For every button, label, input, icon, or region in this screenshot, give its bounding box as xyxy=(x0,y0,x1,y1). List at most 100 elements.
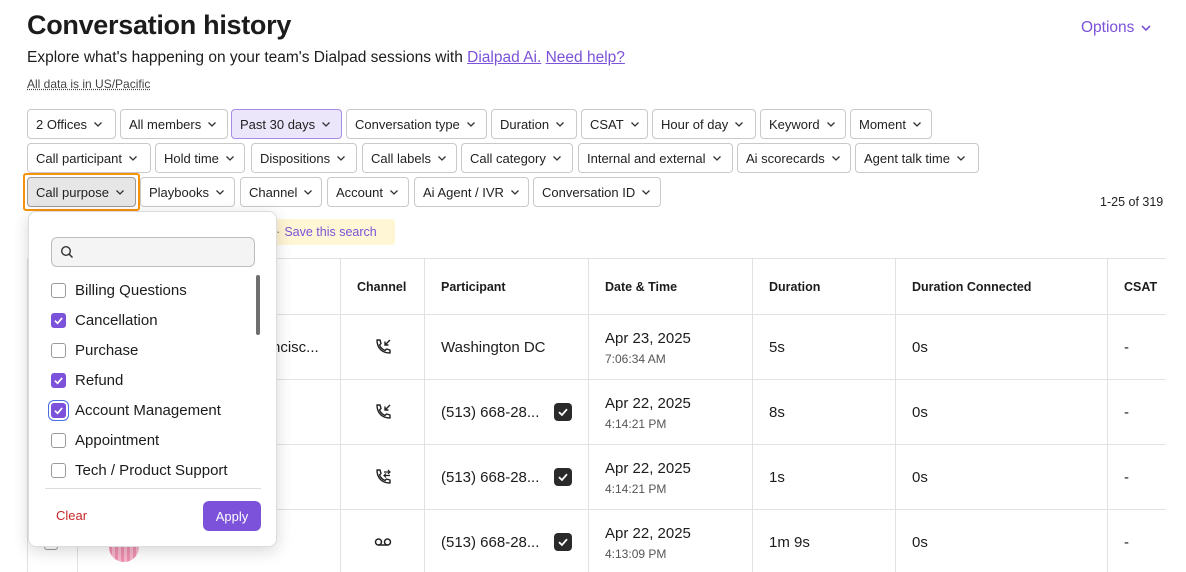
filter-call-purpose[interactable]: Call purpose xyxy=(27,177,136,207)
filter-channel[interactable]: Channel xyxy=(240,177,322,207)
options-label: Options xyxy=(1081,19,1135,36)
checkbox[interactable] xyxy=(51,462,66,478)
dropdown-scrollbar[interactable] xyxy=(256,275,260,335)
filter-playbooks[interactable]: Playbooks xyxy=(140,177,235,207)
filter-keyword[interactable]: Keyword xyxy=(760,109,846,139)
filter-call-labels[interactable]: Call labels xyxy=(362,143,457,173)
checkbox[interactable] xyxy=(51,372,66,388)
option-refund[interactable]: Refund xyxy=(51,370,123,390)
incoming-call-icon xyxy=(373,402,393,422)
page-title: Conversation history xyxy=(27,10,292,40)
filter-csat[interactable]: CSAT xyxy=(581,109,648,139)
participant[interactable]: (513) 668-28... xyxy=(441,404,539,421)
filter-label: Agent talk time xyxy=(864,150,950,166)
col-divider xyxy=(895,258,896,572)
dropdown-search-input[interactable] xyxy=(80,243,250,261)
filter-internal-external[interactable]: Internal and external xyxy=(578,143,733,173)
save-search-link[interactable]: Save this search xyxy=(284,225,376,239)
column-header-csat[interactable]: CSAT xyxy=(1124,280,1157,294)
filter-label: Playbooks xyxy=(149,184,209,200)
filter-ai-agent-ivr[interactable]: Ai Agent / IVR xyxy=(414,177,529,207)
checkbox[interactable] xyxy=(51,282,66,298)
filter-agent-talk-time[interactable]: Agent talk time xyxy=(855,143,979,173)
options-menu-button[interactable]: Options xyxy=(1081,19,1152,37)
chevron-down-icon xyxy=(510,190,519,195)
option-appointment[interactable]: Appointment xyxy=(51,430,159,450)
col-divider xyxy=(1107,258,1108,572)
option-tech-product-support[interactable]: Tech / Product Support xyxy=(51,460,228,480)
time: 4:13:09 PM xyxy=(605,547,667,561)
dialpad-ai-link[interactable]: Dialpad Ai. xyxy=(467,49,541,66)
filter-label: Call labels xyxy=(371,150,431,166)
filter-members[interactable]: All members xyxy=(120,109,228,139)
chevron-down-icon xyxy=(642,190,651,195)
column-header-duration-connected[interactable]: Duration Connected xyxy=(912,280,1031,294)
apply-button[interactable]: Apply xyxy=(203,501,261,531)
checkbox[interactable] xyxy=(51,432,66,448)
filter-call-category[interactable]: Call category xyxy=(461,143,573,173)
filter-duration[interactable]: Duration xyxy=(491,109,577,139)
clear-button[interactable]: Clear xyxy=(56,508,87,523)
filter-ai-scorecards[interactable]: Ai scorecards xyxy=(737,143,851,173)
verified-check-icon xyxy=(554,468,572,486)
participant[interactable]: (513) 668-28... xyxy=(441,469,539,486)
chevron-down-icon xyxy=(712,156,721,161)
option-billing-questions[interactable]: Billing Questions xyxy=(51,280,187,300)
filter-account[interactable]: Account xyxy=(327,177,409,207)
option-label: Billing Questions xyxy=(75,281,187,299)
filter-label: Channel xyxy=(249,184,298,200)
check-icon xyxy=(54,376,63,384)
filter-offices[interactable]: 2 Offices xyxy=(27,109,116,139)
chevron-down-icon xyxy=(831,156,840,161)
filter-hold-time[interactable]: Hold time xyxy=(155,143,245,173)
column-header-duration[interactable]: Duration xyxy=(769,280,820,294)
filter-moment[interactable]: Moment xyxy=(850,109,932,139)
column-header-channel[interactable]: Channel xyxy=(357,280,406,294)
col-divider xyxy=(752,258,753,572)
csat: - xyxy=(1124,404,1129,421)
chevron-down-icon xyxy=(116,190,124,195)
date: Apr 22, 2025 xyxy=(605,395,691,412)
filter-label: 2 Offices xyxy=(36,116,88,132)
filter-call-participant[interactable]: Call participant xyxy=(27,143,151,173)
dropdown-search[interactable] xyxy=(51,237,255,267)
verified-check-icon xyxy=(554,403,572,421)
subtitle-text: Explore what's happening on your team's … xyxy=(27,49,463,66)
column-header-participant[interactable]: Participant xyxy=(441,280,506,294)
checkbox[interactable] xyxy=(51,342,66,358)
need-help-link[interactable]: Need help? xyxy=(546,49,625,66)
option-label: Tech / Product Support xyxy=(75,461,228,479)
column-header-date-time[interactable]: Date & Time xyxy=(605,280,677,294)
duration: 1s xyxy=(769,469,785,486)
filter-label: Conversation ID xyxy=(542,184,636,200)
results-count: 1-25 of 319 xyxy=(1100,195,1164,209)
chevron-down-icon xyxy=(957,156,965,161)
option-purchase[interactable]: Purchase xyxy=(51,340,138,360)
chevron-down-icon xyxy=(826,122,835,127)
csat: - xyxy=(1124,339,1129,356)
filter-label: Internal and external xyxy=(587,150,706,166)
participant[interactable]: Washington DC xyxy=(441,339,546,356)
option-label: Account Management xyxy=(75,401,221,419)
filter-conversation-id[interactable]: Conversation ID xyxy=(533,177,661,207)
chevron-down-icon xyxy=(129,156,137,161)
row-name-fragment[interactable]: ncisc... xyxy=(272,339,319,356)
filter-date-range[interactable]: Past 30 days xyxy=(231,109,342,139)
option-account-management[interactable]: Account Management xyxy=(51,400,221,420)
filter-label: Past 30 days xyxy=(240,116,316,132)
filter-hour-of-day[interactable]: Hour of day xyxy=(652,109,756,139)
filter-dispositions[interactable]: Dispositions xyxy=(251,143,357,173)
chevron-down-icon xyxy=(216,190,224,195)
checkbox[interactable] xyxy=(51,402,66,418)
chevron-down-icon xyxy=(735,122,744,127)
filter-conversation-type[interactable]: Conversation type xyxy=(346,109,487,139)
option-label: Purchase xyxy=(75,341,139,359)
chevron-down-icon xyxy=(438,156,446,161)
option-cancellation[interactable]: Cancellation xyxy=(51,310,158,330)
filter-label: Call purpose xyxy=(36,184,109,200)
time: 4:14:21 PM xyxy=(605,417,667,431)
filter-label: Call category xyxy=(470,150,546,166)
chevron-down-icon xyxy=(630,122,639,127)
checkbox[interactable] xyxy=(51,312,66,328)
participant[interactable]: (513) 668-28... xyxy=(441,534,539,551)
